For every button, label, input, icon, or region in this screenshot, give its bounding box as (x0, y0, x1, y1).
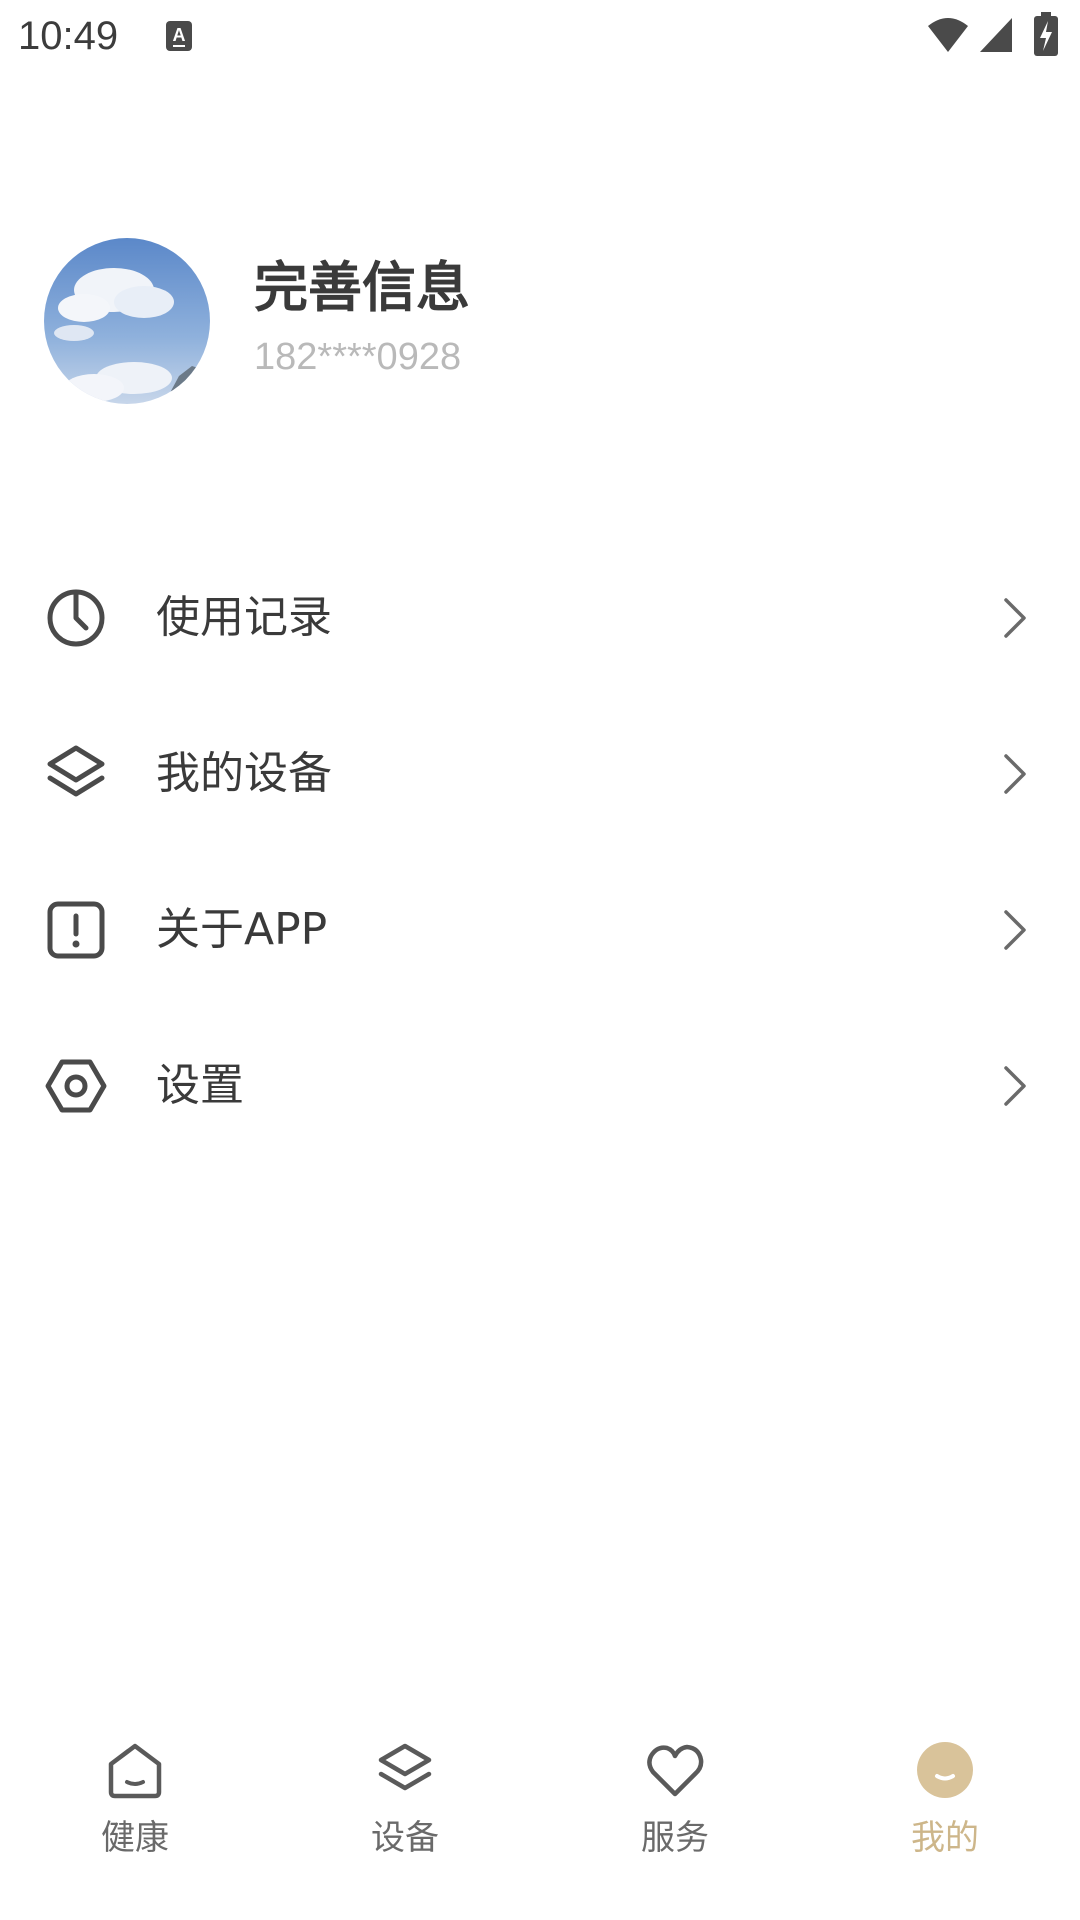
status-bar: 10:49 A (0, 0, 1080, 72)
status-time: 10:49 (18, 14, 119, 58)
menu-item-settings[interactable]: 设置 (0, 1008, 1080, 1164)
menu-item-label: 我的设备 (156, 748, 332, 799)
menu-item-label: 关于APP (156, 904, 328, 955)
home-icon (108, 1743, 162, 1799)
menu-list: 使用记录 我的设备 关于APP 设置 (0, 540, 1080, 1164)
profile-face-icon (917, 1742, 973, 1798)
nav-item-devices[interactable]: 设备 (270, 1728, 540, 1920)
cell-signal-icon (980, 18, 1012, 52)
keyboard-a-icon: A (166, 21, 192, 51)
battery-charging-icon (1034, 12, 1058, 56)
chevron-right-icon (1004, 754, 1026, 794)
menu-item-my-devices[interactable]: 我的设备 (0, 696, 1080, 852)
nav-item-label: 健康 (101, 1818, 169, 1858)
svg-text:A: A (173, 25, 186, 45)
menu-item-label: 设置 (156, 1060, 244, 1111)
nav-item-services[interactable]: 服务 (540, 1728, 810, 1920)
profile-phone: 182****0928 (254, 336, 462, 378)
avatar[interactable] (44, 238, 210, 404)
settings-hexagon-icon (45, 1059, 107, 1113)
menu-item-label: 使用记录 (156, 592, 332, 643)
profile-name[interactable]: 完善信息 (254, 256, 470, 320)
bottom-nav: 健康 设备 服务 我的 (0, 1728, 1080, 1920)
chevron-right-icon (1004, 910, 1026, 950)
avatar-image (44, 238, 210, 404)
heart-icon (647, 1744, 704, 1797)
profile-header[interactable]: 完善信息 182****0928 (44, 238, 1044, 408)
nav-item-label: 我的 (911, 1818, 979, 1858)
chevron-right-icon (1004, 598, 1026, 638)
layers-icon (378, 1743, 432, 1791)
wifi-icon (928, 18, 968, 52)
clock-icon (47, 589, 105, 647)
nav-item-health[interactable]: 健康 (0, 1728, 270, 1920)
nav-item-mine[interactable]: 我的 (810, 1728, 1080, 1920)
nav-item-label: 服务 (641, 1818, 709, 1858)
layers-icon (47, 745, 105, 797)
info-exclamation-icon (47, 901, 105, 959)
menu-item-usage-records[interactable]: 使用记录 (0, 540, 1080, 696)
menu-item-about-app[interactable]: 关于APP (0, 852, 1080, 1008)
nav-item-label: 设备 (371, 1818, 439, 1858)
chevron-right-icon (1004, 1066, 1026, 1106)
